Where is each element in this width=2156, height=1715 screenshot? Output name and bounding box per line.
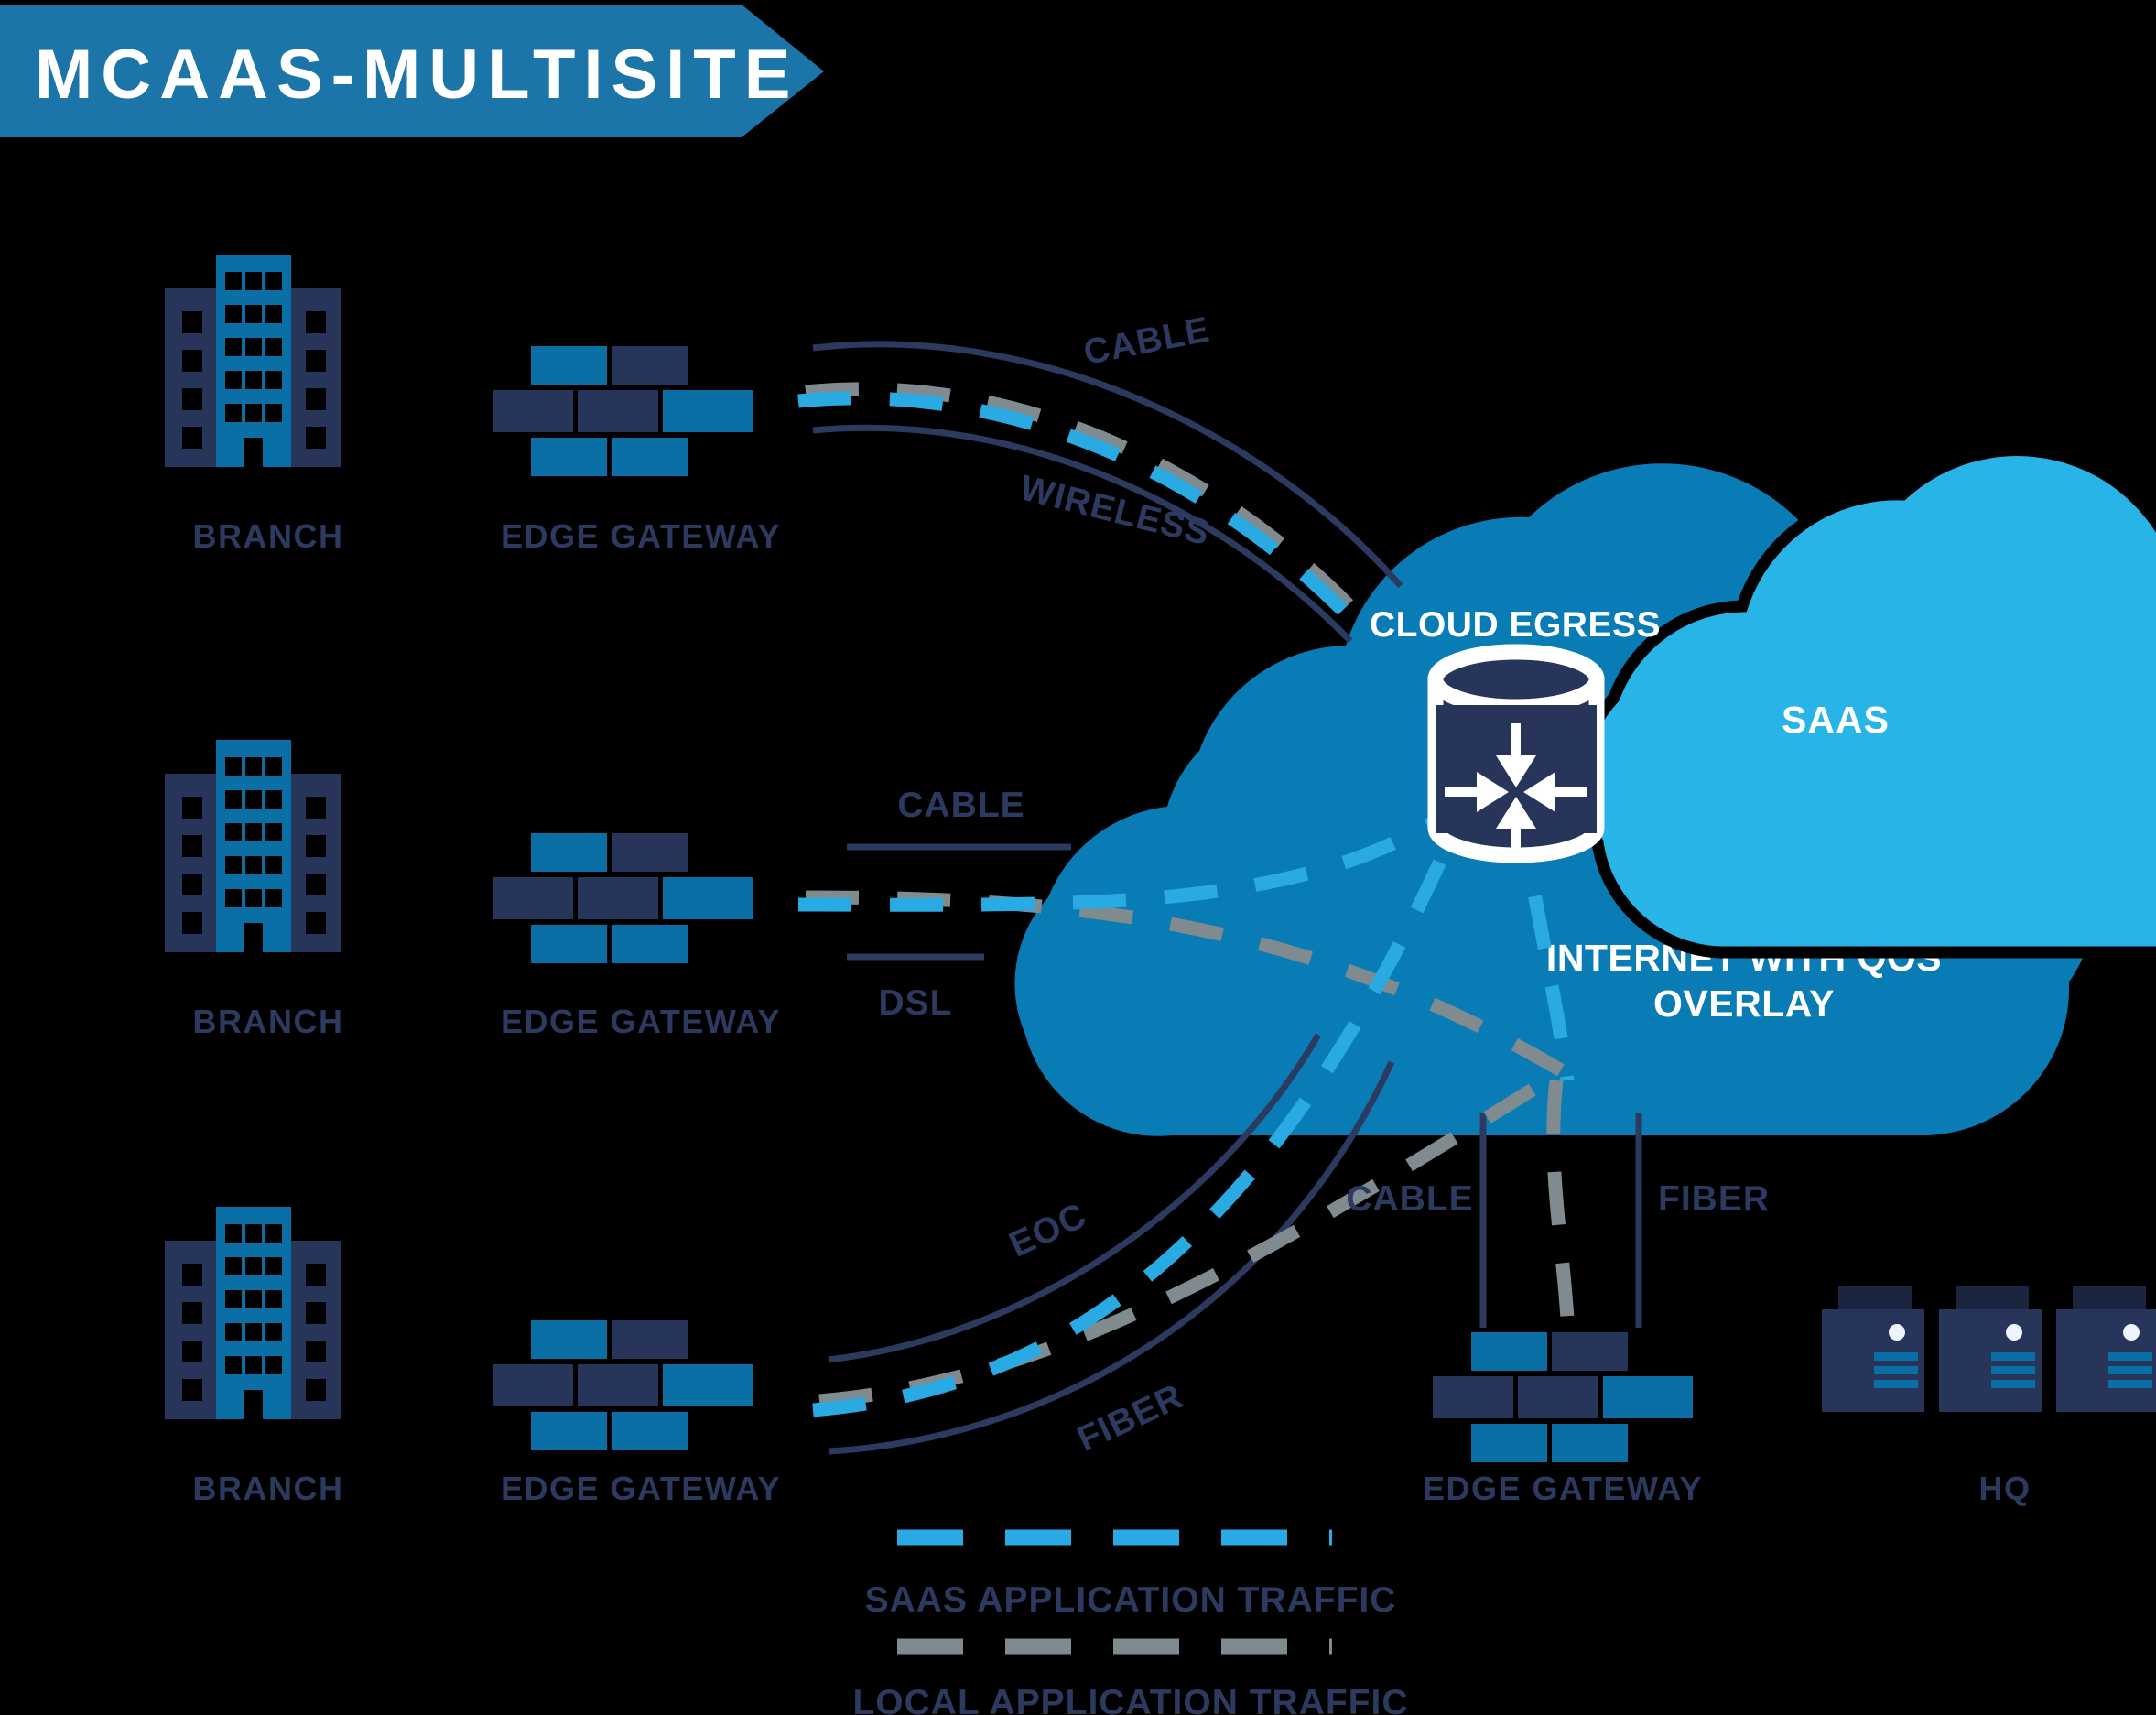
cloud-egress-label: CLOUD EGRESS: [1370, 605, 1661, 645]
link-label-cable-1: CABLE: [1080, 309, 1213, 373]
edge-gateway-icon-2[interactable]: [493, 833, 753, 963]
edge-gateway-icon-3[interactable]: [493, 1320, 753, 1450]
saas-cloud-label: SAAS: [1782, 699, 1890, 741]
edge-gateway-icon-hq[interactable]: [1433, 1332, 1693, 1462]
branch-building-icon-2: [165, 740, 341, 952]
legend: SAAS APPLICATION TRAFFIC LOCAL APPLICATI…: [852, 1529, 1408, 1715]
edge-gateway-icon-1[interactable]: [493, 346, 753, 476]
edge-gateway-label-hq: EDGE GATEWAY: [1423, 1470, 1703, 1507]
link-label-fiber-hq: FIBER: [1658, 1179, 1770, 1219]
internet-cloud-label-line2: OVERLAY: [1653, 982, 1835, 1025]
legend-label-saas: SAAS APPLICATION TRAFFIC: [865, 1580, 1397, 1620]
title-banner-text: MCAAS-MULTISITE: [35, 36, 798, 114]
title-banner: MCAAS-MULTISITE: [0, 5, 824, 137]
site-branch-2: BRANCH EDGE GATEWAY CABLE DSL: [165, 740, 1024, 1040]
diagram-canvas: MCAAS-MULTISITE INTERNET WITH QOS OVERLA…: [0, 0, 2156, 1715]
hq-label: HQ: [1979, 1470, 2031, 1507]
edge-gateway-label-1: EDGE GATEWAY: [501, 517, 781, 555]
site-branch-1: BRANCH EDGE GATEWAY CABLE WIRELESS: [165, 255, 1214, 555]
link-label-fiber-3: FIBER: [1071, 1376, 1189, 1460]
branch-label-2: BRANCH: [193, 1003, 344, 1040]
link-label-cable-hq: CABLE: [1346, 1179, 1473, 1219]
branch-building-icon-1: [165, 255, 341, 467]
link-label-eoc-3: EOC: [1003, 1196, 1092, 1265]
legend-label-local: LOCAL APPLICATION TRAFFIC: [852, 1683, 1408, 1715]
hq-servers-icon: [1822, 1286, 2156, 1412]
branch-label-3: BRANCH: [193, 1470, 344, 1507]
link-rail-cable-1: [812, 341, 1403, 589]
link-label-dsl-2: DSL: [879, 983, 953, 1023]
branch-building-icon-3: [165, 1207, 341, 1419]
converge-arrows-cylinder-icon: [1427, 644, 1605, 863]
network-diagram-svg: MCAAS-MULTISITE INTERNET WITH QOS OVERLA…: [0, 5, 2156, 1715]
edge-gateway-label-3: EDGE GATEWAY: [501, 1470, 781, 1507]
edge-gateway-label-2: EDGE GATEWAY: [501, 1003, 781, 1040]
site-hq: CABLE FIBER EDGE GATEWAY HQ: [1346, 1179, 2156, 1507]
branch-label-1: BRANCH: [193, 517, 344, 555]
link-label-cable-2: CABLE: [897, 786, 1024, 825]
